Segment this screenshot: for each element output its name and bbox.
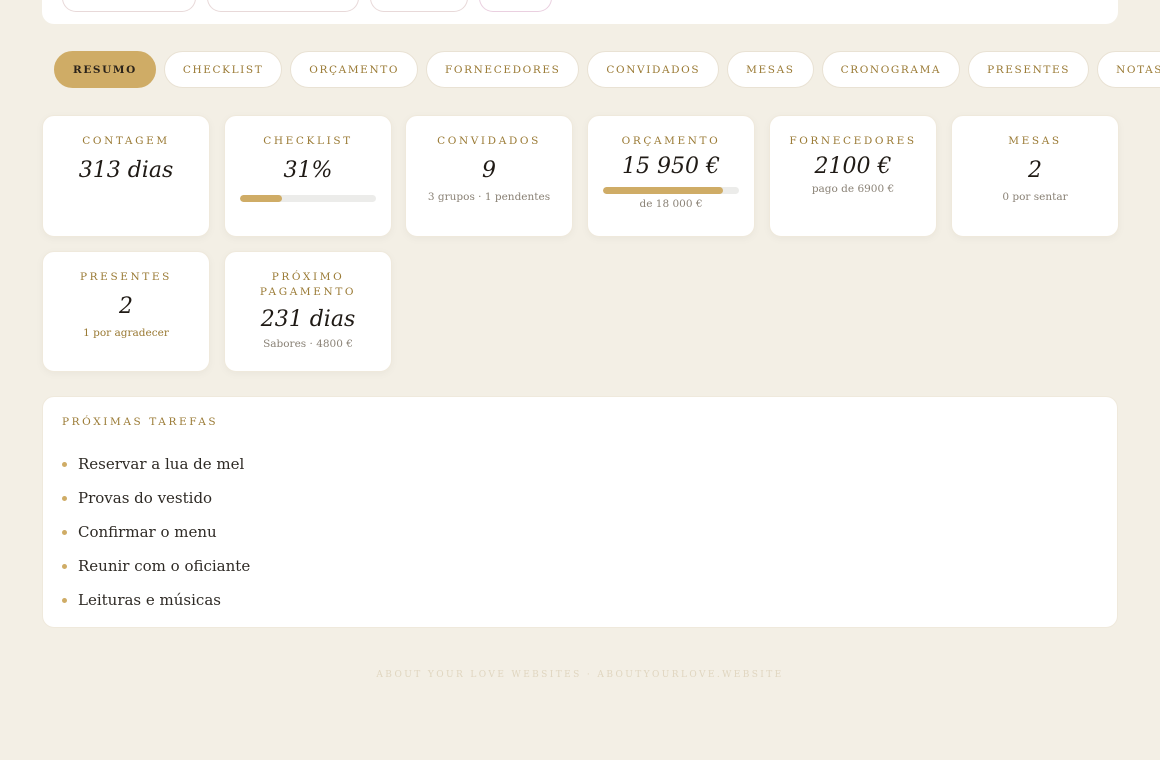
- card-mesas[interactable]: MESAS 2 0 por sentar: [951, 115, 1119, 237]
- tab-cronograma[interactable]: CRONOGRAMA: [821, 51, 961, 88]
- card-value: 231 dias: [260, 307, 356, 332]
- card-sub: Sabores · 4800 €: [263, 338, 353, 350]
- tab-mesas[interactable]: MESAS: [727, 51, 814, 88]
- top-panel: [42, 0, 1118, 24]
- task-label: Leituras e músicas: [78, 591, 221, 609]
- card-orcamento[interactable]: ORÇAMENTO 15 950 € de 18 000 €: [587, 115, 755, 237]
- card-value: 31%: [283, 158, 333, 183]
- top-chip[interactable]: [370, 0, 468, 12]
- task-list: Reservar a lua de mel Provas do vestido …: [62, 447, 250, 617]
- tab-fornecedores[interactable]: FORNECEDORES: [426, 51, 580, 88]
- section-tabs: RESUMO CHECKLIST ORÇAMENTO FORNECEDORES …: [54, 51, 1160, 88]
- task-item[interactable]: Reservar a lua de mel: [62, 447, 250, 481]
- card-label: PRÓXIMO PAGAMENTO: [259, 271, 357, 298]
- card-sub: 3 grupos · 1 pendentes: [427, 191, 551, 203]
- card-value: 9: [482, 158, 496, 183]
- budget-progress-fill: [603, 187, 724, 194]
- checklist-progress-bar: [240, 195, 376, 202]
- card-value: 15 950 €: [622, 154, 720, 179]
- tab-presentes[interactable]: PRESENTES: [968, 51, 1090, 88]
- checklist-progress-fill: [240, 195, 283, 202]
- bullet-icon: [62, 461, 67, 467]
- bullet-icon: [62, 529, 67, 535]
- card-value: 2: [1028, 158, 1042, 183]
- card-value: 313 dias: [78, 158, 174, 183]
- task-label: Provas do vestido: [78, 489, 213, 507]
- card-sub: de 18 000 €: [639, 198, 703, 210]
- card-label: CONVIDADOS: [437, 135, 541, 147]
- task-label: Reunir com o oficiante: [78, 557, 251, 575]
- tab-resumo[interactable]: RESUMO: [54, 51, 156, 88]
- card-label: ORÇAMENTO: [621, 135, 721, 147]
- task-label: Confirmar o menu: [78, 523, 217, 541]
- tab-convidados[interactable]: CONVIDADOS: [587, 51, 720, 88]
- card-label: CONTAGEM: [82, 135, 170, 147]
- card-label: FORNECEDORES: [789, 135, 917, 147]
- tab-notas[interactable]: NOTAS: [1097, 51, 1160, 88]
- card-contagem[interactable]: CONTAGEM 313 dias: [42, 115, 210, 237]
- task-item[interactable]: Provas do vestido: [62, 481, 250, 515]
- card-label: CHECKLIST: [263, 135, 353, 147]
- card-proximo-pagamento[interactable]: PRÓXIMO PAGAMENTO 231 dias Sabores · 480…: [224, 251, 392, 372]
- bullet-icon: [62, 597, 67, 603]
- card-label: MESAS: [1008, 135, 1062, 147]
- top-chip[interactable]: [207, 0, 359, 12]
- bullet-icon: [62, 563, 67, 569]
- card-convidados[interactable]: CONVIDADOS 9 3 grupos · 1 pendentes: [405, 115, 573, 237]
- top-chip[interactable]: [62, 0, 196, 12]
- card-sub: pago de 6900 €: [811, 183, 895, 195]
- upcoming-tasks-panel: PRÓXIMAS TAREFAS Reservar a lua de mel P…: [42, 396, 1118, 628]
- budget-progress-bar: [603, 187, 739, 194]
- bullet-icon: [62, 495, 67, 501]
- card-presentes[interactable]: PRESENTES 2 1 por agradecer: [42, 251, 210, 372]
- card-value: 2100 €: [814, 154, 892, 179]
- top-chip[interactable]: [479, 0, 552, 12]
- footer-credit[interactable]: ABOUT YOUR LOVE WEBSITES · ABOUTYOURLOVE…: [0, 670, 1160, 680]
- tab-checklist[interactable]: CHECKLIST: [163, 51, 283, 88]
- tasks-title: PRÓXIMAS TAREFAS: [62, 416, 219, 428]
- card-sub: 0 por sentar: [1002, 191, 1068, 203]
- task-item[interactable]: Leituras e músicas: [62, 583, 250, 617]
- task-item[interactable]: Reunir com o oficiante: [62, 549, 250, 583]
- task-label: Reservar a lua de mel: [78, 455, 245, 473]
- card-checklist[interactable]: CHECKLIST 31%: [224, 115, 392, 237]
- task-item[interactable]: Confirmar o menu: [62, 515, 250, 549]
- card-sub: 1 por agradecer: [83, 327, 169, 339]
- card-label: PRESENTES: [80, 271, 172, 283]
- card-fornecedores[interactable]: FORNECEDORES 2100 € pago de 6900 €: [769, 115, 937, 237]
- card-value: 2: [119, 294, 133, 319]
- tab-orcamento[interactable]: ORÇAMENTO: [290, 51, 419, 88]
